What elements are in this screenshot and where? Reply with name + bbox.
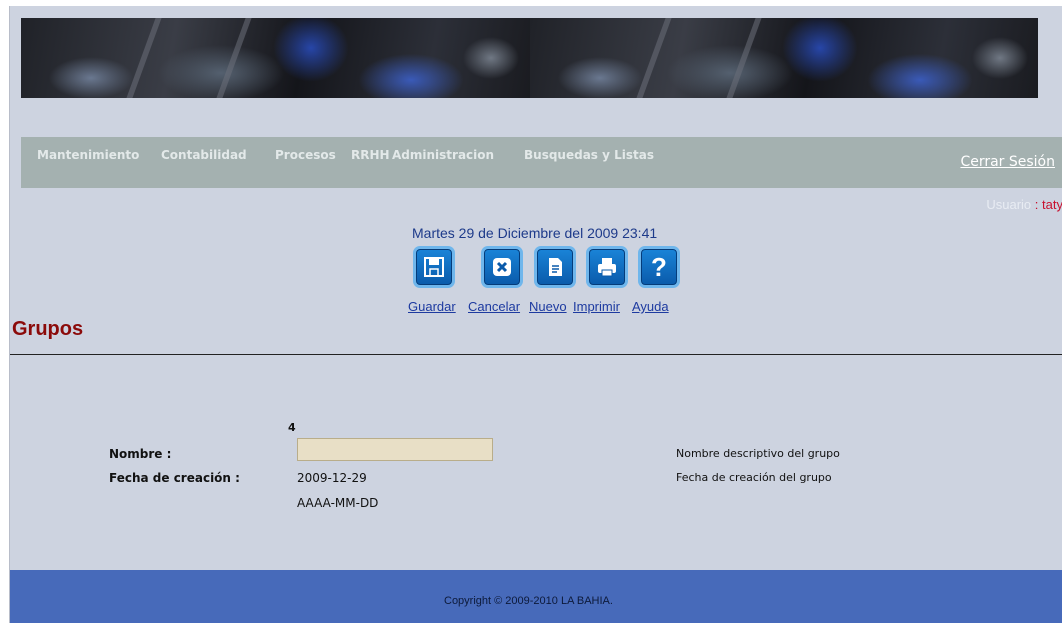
- new-document-icon: [549, 258, 562, 276]
- nav-item-procesos[interactable]: Procesos: [275, 148, 336, 162]
- svg-text:?: ?: [651, 253, 667, 281]
- main-nav-bar: Mantenimiento Contabilidad Procesos RRHH…: [21, 137, 1062, 188]
- page-container: Mantenimiento Contabilidad Procesos RRHH…: [9, 6, 1062, 623]
- title-divider: [10, 354, 1062, 355]
- user-label: Usuario: [986, 197, 1032, 212]
- current-date: Martes 29 de Diciembre del 2009 23:41: [412, 225, 658, 241]
- new-button[interactable]: [534, 246, 576, 288]
- copyright-text: Copyright © 2009-2010 LA BAHIA.: [444, 595, 613, 607]
- page-title: Grupos: [12, 318, 84, 340]
- save-button[interactable]: [413, 246, 455, 288]
- logout-link[interactable]: Cerrar Sesión: [960, 154, 1055, 170]
- help-link[interactable]: Ayuda: [632, 299, 669, 314]
- fecha-format-hint: AAAA-MM-DD: [297, 496, 379, 510]
- nav-item-busquedas[interactable]: Busquedas y Listas: [524, 148, 654, 162]
- print-icon: [598, 258, 616, 277]
- footer: Copyright © 2009-2010 LA BAHIA.: [10, 570, 1062, 623]
- nombre-label: Nombre :: [109, 447, 172, 461]
- fecha-label: Fecha de creación :: [109, 471, 240, 485]
- save-icon: [424, 257, 444, 277]
- cancel-icon: [493, 258, 511, 276]
- nav-item-rrhh[interactable]: RRHH: [351, 148, 389, 162]
- print-button[interactable]: [586, 246, 628, 288]
- nav-item-contabilidad[interactable]: Contabilidad: [161, 148, 247, 162]
- header-banner-image: [21, 18, 1038, 98]
- nombre-input[interactable]: [297, 438, 493, 461]
- nombre-help: Nombre descriptivo del grupo: [676, 447, 840, 460]
- cancel-button[interactable]: [481, 246, 523, 288]
- fecha-value: 2009-12-29: [297, 471, 367, 485]
- fecha-help: Fecha de creación del grupo: [676, 471, 832, 484]
- cancel-link[interactable]: Cancelar: [468, 299, 520, 314]
- nav-item-administracion[interactable]: Administracion: [392, 148, 494, 162]
- banner-panel-right: [530, 18, 1038, 98]
- help-button[interactable]: ?: [638, 246, 680, 288]
- banner-panel-left: [21, 18, 530, 98]
- user-separator: :: [1034, 197, 1039, 212]
- user-name: taty: [1042, 197, 1062, 212]
- nav-item-mantenimiento[interactable]: Mantenimiento: [37, 148, 139, 162]
- print-link[interactable]: Imprimir: [573, 299, 620, 314]
- record-id: 4: [288, 421, 296, 434]
- help-icon: ?: [651, 253, 667, 281]
- save-link[interactable]: Guardar: [408, 299, 456, 314]
- new-link[interactable]: Nuevo: [529, 299, 567, 314]
- user-indicator: Usuario : taty: [986, 197, 1062, 212]
